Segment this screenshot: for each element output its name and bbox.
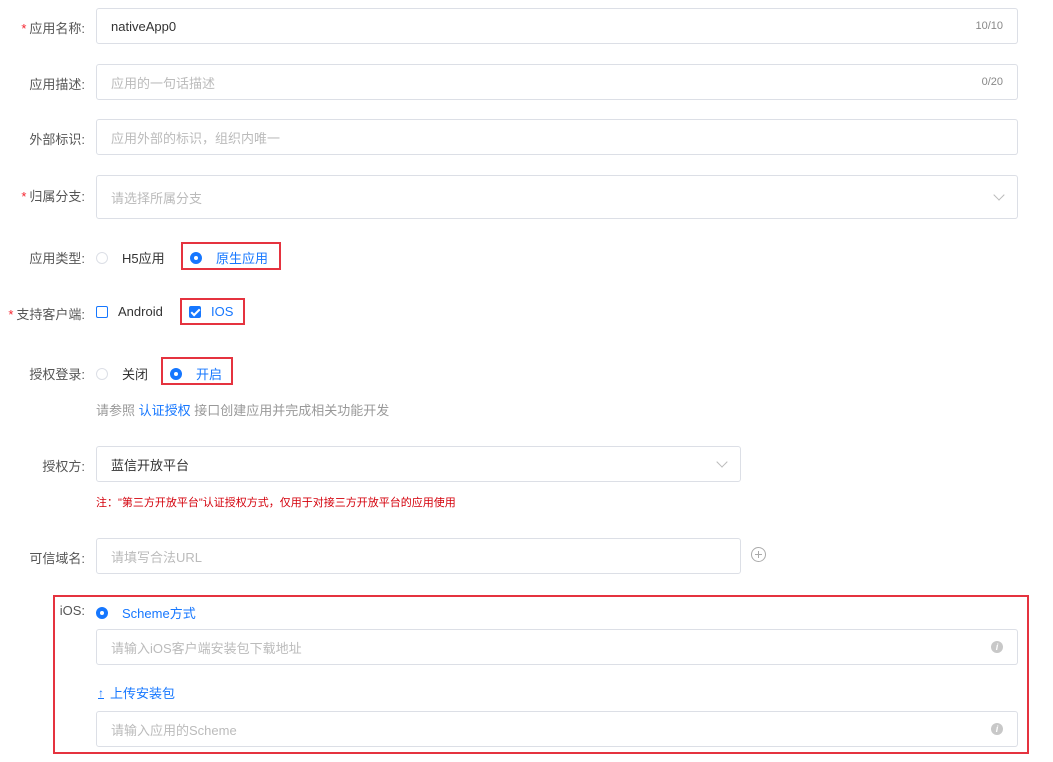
auth-login-off-label: 关闭 — [122, 367, 149, 382]
external-id-input[interactable]: 应用外部的标识，组织内唯一 — [96, 119, 1018, 155]
chevron-down-icon — [993, 189, 1005, 201]
trusted-domain-label: 可信域名: — [29, 551, 85, 566]
app-type-label: 应用类型: — [29, 251, 85, 266]
auth-provider-select[interactable]: 蓝信开放平台 — [96, 446, 741, 482]
ios-download-input[interactable]: 请输入iOS客户端安装包下载地址 i — [96, 629, 1018, 665]
radio-icon — [96, 251, 108, 264]
required-mark: * — [8, 307, 14, 322]
highlight-box — [180, 298, 245, 325]
auth-login-hint: 请参照 认证授权 接口创建应用并完成相关功能开发 — [96, 403, 390, 418]
app-name-input[interactable]: nativeApp0 10/10 — [96, 8, 1018, 44]
auth-doc-link[interactable]: 认证授权 — [139, 403, 191, 418]
branch-select[interactable]: 请选择所属分支 — [96, 175, 1018, 219]
auth-login-label: 授权登录: — [29, 367, 85, 382]
app-type-h5-radio[interactable]: H5应用 — [96, 248, 165, 267]
app-desc-input[interactable]: 应用的一句话描述 0/20 — [96, 64, 1018, 100]
upload-icon: ↑ — [98, 685, 104, 700]
radio-checked-icon — [96, 606, 108, 619]
required-mark: * — [21, 21, 27, 36]
app-desc-label: 应用描述: — [29, 77, 85, 92]
highlight-box — [161, 357, 233, 385]
clients-label: * 支持客户端: — [8, 307, 85, 322]
app-name-label: * 应用名称: — [21, 21, 85, 36]
ios-scheme-label: Scheme方式 — [122, 606, 196, 621]
ios-label: iOS: — [59, 603, 85, 618]
chevron-down-icon — [716, 456, 728, 468]
radio-icon — [96, 367, 108, 380]
ios-scheme-placeholder: 请输入应用的Scheme — [111, 722, 237, 738]
app-desc-placeholder: 应用的一句话描述 — [111, 75, 216, 91]
external-id-placeholder: 应用外部的标识，组织内唯一 — [111, 130, 281, 146]
ios-scheme-input[interactable]: 请输入应用的Scheme i — [96, 711, 1018, 747]
app-name-count: 10/10 — [975, 20, 1003, 32]
add-domain-icon[interactable] — [751, 547, 766, 562]
auth-login-off-radio[interactable]: 关闭 — [96, 364, 148, 383]
auth-provider-value: 蓝信开放平台 — [111, 457, 190, 473]
trusted-domain-input[interactable]: 请填写合法URL — [96, 538, 741, 574]
auth-provider-note: 注："第三方开放平台"认证授权方式，仅用于对接三方开放平台的应用使用 — [96, 497, 456, 509]
info-icon: i — [991, 723, 1003, 735]
checkbox-icon — [96, 305, 108, 318]
external-id-label: 外部标识: — [29, 132, 85, 147]
branch-label: * 归属分支: — [21, 189, 85, 204]
app-name-value: nativeApp0 — [111, 18, 177, 34]
app-type-h5-label: H5应用 — [122, 251, 165, 266]
branch-placeholder: 请选择所属分支 — [111, 190, 203, 206]
info-icon: i — [991, 641, 1003, 653]
highlight-box — [181, 242, 281, 270]
client-android-label: Android — [118, 304, 163, 319]
app-desc-count: 0/20 — [981, 76, 1003, 88]
required-mark: * — [21, 189, 27, 204]
ios-scheme-radio[interactable]: Scheme方式 — [96, 603, 196, 622]
ios-download-placeholder: 请输入iOS客户端安装包下载地址 — [111, 640, 302, 656]
auth-provider-label: 授权方: — [42, 459, 85, 474]
trusted-domain-placeholder: 请填写合法URL — [111, 549, 203, 565]
upload-package-label: 上传安装包 — [110, 686, 176, 701]
upload-package-button[interactable]: ↑ 上传安装包 — [98, 683, 175, 702]
client-android-checkbox[interactable]: Android — [96, 304, 163, 319]
